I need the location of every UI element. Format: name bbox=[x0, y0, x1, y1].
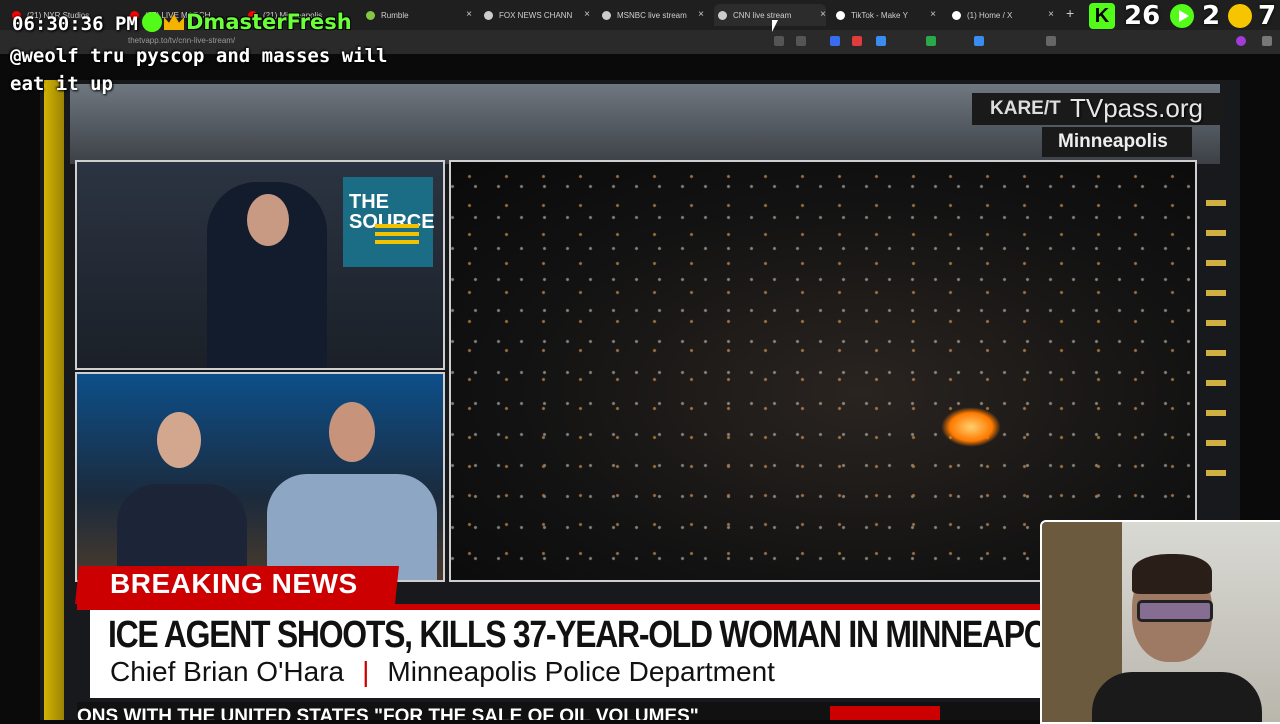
face-count: 7 bbox=[1258, 1, 1277, 31]
face-icon bbox=[1228, 4, 1252, 28]
globe-icon bbox=[718, 10, 727, 20]
tab-fox-news[interactable]: FOX NEWS CHANN × bbox=[484, 4, 590, 26]
glasses bbox=[1137, 600, 1213, 622]
tab-label: FOX NEWS CHANN bbox=[499, 10, 573, 20]
crown-icon bbox=[164, 14, 184, 30]
extension-icon[interactable] bbox=[876, 36, 886, 46]
webcam-overlay bbox=[1040, 520, 1280, 724]
tab-label: CNN live stream bbox=[733, 10, 792, 20]
subheadline: Chief Brian O'Hara | Minneapolis Police De… bbox=[110, 656, 775, 688]
cnn-logo bbox=[830, 706, 940, 720]
close-icon[interactable]: × bbox=[466, 9, 472, 20]
tab-tiktok[interactable]: TikTok - Make Y × bbox=[836, 4, 936, 26]
extension-icon[interactable] bbox=[830, 36, 840, 46]
streamer-name: DmasterFresh bbox=[186, 10, 352, 34]
tab-label: (1) Home / X bbox=[967, 10, 1013, 20]
mouse-cursor bbox=[772, 20, 778, 32]
close-icon[interactable]: × bbox=[1048, 9, 1054, 20]
viewer-count: 26 bbox=[1124, 1, 1161, 31]
close-icon[interactable]: × bbox=[698, 9, 704, 20]
globe-icon bbox=[484, 10, 493, 20]
chat-message: @weolf tru pyscop and masses will eat it… bbox=[10, 45, 388, 95]
tab-x-home[interactable]: (1) Home / X × bbox=[952, 4, 1054, 26]
kick-icon: K bbox=[1089, 3, 1115, 29]
right-lights bbox=[1206, 200, 1226, 500]
rumble-play-icon bbox=[1170, 4, 1194, 28]
tab-rumble[interactable]: Rumble × bbox=[366, 4, 472, 26]
tab-label: MSNBC live stream bbox=[617, 10, 687, 20]
sub-name: Chief Brian O'Hara bbox=[110, 656, 345, 687]
rumble-count: 2 bbox=[1202, 1, 1221, 31]
close-icon[interactable]: × bbox=[820, 9, 826, 20]
police-chief-head bbox=[329, 402, 375, 462]
show-logo-stripes bbox=[375, 224, 419, 248]
clock: 06:30:36 PM bbox=[12, 13, 138, 35]
aerial-crowd-panel bbox=[449, 160, 1197, 582]
station-watermark: KARE/T bbox=[990, 98, 1061, 119]
extension-icon[interactable] bbox=[926, 36, 936, 46]
guests-panel bbox=[75, 372, 445, 582]
extension-icon[interactable] bbox=[852, 36, 862, 46]
location-label: Minneapolis bbox=[1058, 131, 1168, 152]
extension-icon[interactable] bbox=[974, 36, 984, 46]
site-watermark: TVpass.org bbox=[1070, 93, 1203, 123]
x-icon bbox=[952, 10, 961, 20]
streamer-hair bbox=[1132, 554, 1212, 594]
tab-label: TikTok - Make Y bbox=[851, 10, 908, 20]
menu-icon[interactable] bbox=[1262, 36, 1272, 46]
zoom-icon[interactable] bbox=[774, 36, 784, 46]
headline: ICE AGENT SHOOTS, KILLS 37-YEAR-OLD WOMA… bbox=[108, 614, 1094, 656]
sub-title: Minneapolis Police Department bbox=[387, 656, 775, 687]
breaking-news-label: BREAKING NEWS bbox=[110, 568, 358, 599]
streamer-overlay: DmasterFresh bbox=[142, 10, 352, 34]
guest-head bbox=[157, 412, 201, 468]
star-icon[interactable] bbox=[796, 36, 806, 46]
fire bbox=[941, 407, 1001, 447]
tab-cnn-live-stream[interactable]: CNN live stream × bbox=[714, 4, 826, 26]
close-icon[interactable]: × bbox=[930, 9, 936, 20]
separator: | bbox=[362, 656, 370, 687]
streamer-body bbox=[1092, 672, 1262, 722]
new-tab-button[interactable]: + bbox=[1066, 5, 1074, 21]
tiktok-icon bbox=[836, 10, 845, 20]
close-icon[interactable]: × bbox=[584, 9, 590, 20]
profile-avatar[interactable] bbox=[1236, 36, 1246, 46]
anchor-head bbox=[247, 194, 289, 246]
tab-msnbc[interactable]: MSNBC live stream × bbox=[602, 4, 704, 26]
rumble-icon bbox=[366, 10, 375, 20]
crowd bbox=[451, 162, 1195, 580]
globe-icon bbox=[602, 10, 611, 20]
anchor-panel: THE SOURCE bbox=[75, 160, 445, 370]
left-light-bar bbox=[44, 80, 64, 720]
puzzle-icon[interactable] bbox=[1046, 36, 1056, 46]
kick-badge-icon bbox=[142, 12, 162, 32]
tab-label: Rumble bbox=[381, 10, 409, 20]
